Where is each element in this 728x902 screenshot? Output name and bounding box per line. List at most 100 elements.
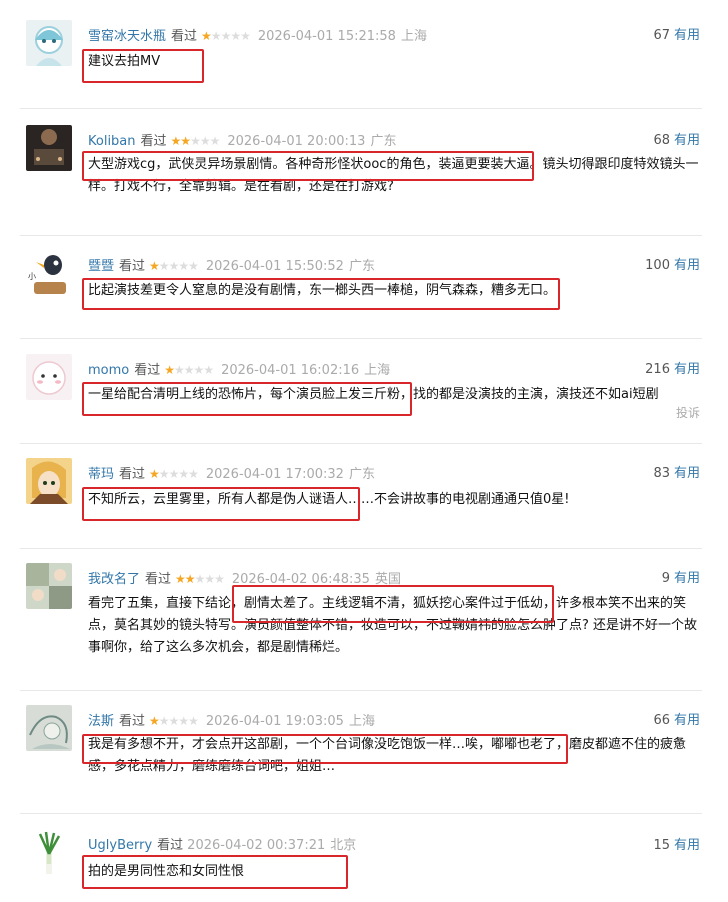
star-icon: ★ [194, 572, 206, 586]
useful-count: 15 [653, 838, 670, 853]
username-link[interactable]: 暨暨 [88, 259, 114, 274]
star-icon: ★ [158, 714, 170, 728]
username-link[interactable]: UglyBerry [88, 838, 152, 853]
rating-stars-icon: ★★★★★ [149, 464, 199, 484]
star-icon: ★ [149, 467, 160, 481]
useful-button[interactable]: 有用 [674, 258, 700, 273]
svg-text:小: 小 [28, 272, 36, 281]
username-link[interactable]: 雪窑冰天水瓶 [88, 29, 166, 44]
username-link[interactable]: 法斯 [88, 714, 114, 729]
useful-vote: 9 有用 [662, 569, 700, 589]
avatar[interactable] [26, 20, 72, 66]
useful-vote: 67 有用 [653, 26, 700, 46]
highlight-box [82, 151, 534, 181]
username-link[interactable]: momo [88, 363, 129, 378]
avatar[interactable] [26, 830, 72, 876]
watch-status: 看过 [140, 134, 167, 149]
useful-count: 216 [645, 362, 670, 377]
star-icon: ★ [149, 714, 160, 728]
username-link[interactable]: Koliban [88, 134, 136, 149]
useful-count: 67 [653, 28, 670, 43]
comment-time: 2026-04-01 20:00:13 [227, 134, 366, 149]
username-link[interactable]: 蒂玛 [88, 467, 114, 482]
star-icon: ★ [193, 363, 205, 377]
comment-time: 2026-04-02 00:37:21 [187, 838, 326, 853]
highlight-box [82, 49, 204, 83]
comment-divider [20, 813, 702, 814]
report-link[interactable]: 投诉 [676, 404, 700, 421]
comment-location: 上海 [364, 363, 391, 378]
useful-count: 83 [653, 466, 670, 481]
comment-location: 上海 [348, 714, 375, 729]
comment-time: 2026-04-01 15:21:58 [257, 29, 396, 44]
useful-button[interactable]: 有用 [674, 133, 700, 148]
comment-divider [20, 108, 702, 109]
rating-stars-icon: ★★★★★ [149, 256, 199, 276]
rating-stars-icon: ★★★★★ [149, 711, 199, 731]
star-icon: ★ [240, 29, 251, 43]
useful-count: 66 [653, 713, 670, 728]
comment-divider [20, 338, 702, 339]
comment-meta: 雪窑冰天水瓶 看过 ★★★★★ 2026-04-01 15:21:58 上海 [88, 26, 427, 46]
star-icon: ★ [230, 29, 241, 43]
star-icon: ★ [214, 572, 225, 586]
useful-vote: 66 有用 [653, 711, 700, 731]
avatar[interactable] [26, 458, 72, 504]
watch-status: 看过 [157, 838, 184, 853]
comment-time: 2026-04-01 17:00:32 [205, 467, 344, 482]
useful-button[interactable]: 有用 [674, 713, 700, 728]
star-icon: ★ [199, 134, 211, 148]
useful-vote: 100 有用 [645, 256, 700, 276]
watch-status: 看过 [171, 29, 198, 44]
star-icon: ★ [168, 714, 180, 728]
comment-time: 2026-04-01 19:03:05 [205, 714, 344, 729]
star-icon: ★ [168, 259, 180, 273]
rating-stars-icon: ★★★★★ [175, 569, 225, 589]
useful-button[interactable]: 有用 [674, 362, 700, 377]
star-icon: ★ [188, 714, 199, 728]
star-icon: ★ [201, 29, 212, 43]
comment-meta: 暨暨 看过 ★★★★★ 2026-04-01 15:50:52 广东 [88, 256, 375, 276]
avatar[interactable] [26, 563, 72, 609]
useful-vote: 15 有用 [653, 836, 700, 856]
rating-stars-icon: ★★★★★ [171, 131, 221, 151]
avatar[interactable]: 小 [26, 250, 72, 296]
useful-button[interactable]: 有用 [674, 838, 700, 853]
rating-stars-icon: ★★★★★ [164, 360, 214, 380]
star-icon: ★ [175, 572, 186, 586]
star-icon: ★ [158, 467, 170, 481]
star-icon: ★ [168, 467, 180, 481]
star-icon: ★ [174, 363, 185, 377]
avatar[interactable] [26, 705, 72, 751]
comment-location: 上海 [400, 29, 427, 44]
star-icon: ★ [188, 467, 199, 481]
useful-button[interactable]: 有用 [674, 28, 700, 43]
comment-time: 2026-04-01 16:02:16 [221, 363, 360, 378]
useful-vote: 68 有用 [653, 131, 700, 151]
comment-divider [20, 235, 702, 236]
useful-count: 68 [653, 133, 670, 148]
comment-meta: UglyBerry 看过 2026-04-02 00:37:21 北京 [88, 836, 356, 856]
username-link[interactable]: 我改名了 [88, 572, 140, 587]
highlight-box [232, 585, 554, 623]
avatar[interactable] [26, 354, 72, 400]
star-icon: ★ [149, 259, 160, 273]
watch-status: 看过 [119, 714, 146, 729]
comment-meta: 蒂玛 看过 ★★★★★ 2026-04-01 17:00:32 广东 [88, 464, 375, 484]
useful-count: 100 [645, 258, 670, 273]
comment-location: 北京 [330, 838, 357, 853]
star-icon: ★ [178, 714, 189, 728]
comment-time: 2026-04-01 15:50:52 [205, 259, 344, 274]
useful-vote: 216 有用 [645, 360, 700, 380]
star-icon: ★ [204, 572, 215, 586]
useful-button[interactable]: 有用 [674, 571, 700, 586]
avatar[interactable] [26, 125, 72, 171]
star-icon: ★ [190, 134, 201, 148]
useful-count: 9 [661, 571, 670, 586]
star-icon: ★ [178, 259, 189, 273]
star-icon: ★ [209, 134, 221, 148]
watch-status: 看过 [119, 259, 146, 274]
star-icon: ★ [184, 572, 196, 586]
useful-button[interactable]: 有用 [674, 466, 700, 481]
watch-status: 看过 [145, 572, 172, 587]
